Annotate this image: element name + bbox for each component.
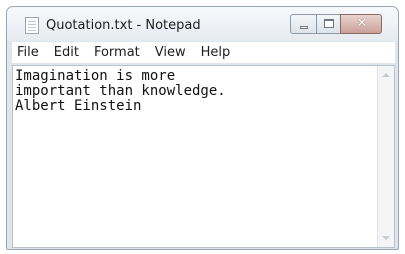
scroll-up-arrow-icon[interactable] [382,73,390,77]
maximize-button[interactable] [316,14,341,34]
close-icon: ✕ [356,16,368,31]
text-line: Albert Einstein [15,98,142,114]
minimize-button[interactable] [290,14,317,34]
text-line: important than knowledge. [15,83,226,99]
window-title: Quotation.txt - Notepad [46,18,201,33]
notepad-icon[interactable] [25,17,39,34]
scroll-down-arrow-icon[interactable] [382,236,390,240]
vertical-scrollbar[interactable] [377,66,394,247]
menu-format[interactable]: Format [94,45,140,60]
menu-help[interactable]: Help [201,45,231,60]
text-editor[interactable]: Imagination is more important than knowle… [12,65,395,248]
menu-bar: File Edit Format View Help [12,42,395,63]
minimize-icon [300,26,308,29]
notepad-window: Quotation.txt - Notepad ✕ File Edit Form… [6,6,399,250]
menu-file[interactable]: File [17,45,39,60]
maximize-icon [324,19,334,28]
menu-edit[interactable]: Edit [54,45,79,60]
title-bar[interactable]: Quotation.txt - Notepad ✕ [7,7,398,41]
document-text[interactable]: Imagination is more important than knowle… [15,69,377,245]
menu-view[interactable]: View [155,45,186,60]
text-line: Imagination is more [15,69,176,84]
close-button[interactable]: ✕ [340,14,382,34]
